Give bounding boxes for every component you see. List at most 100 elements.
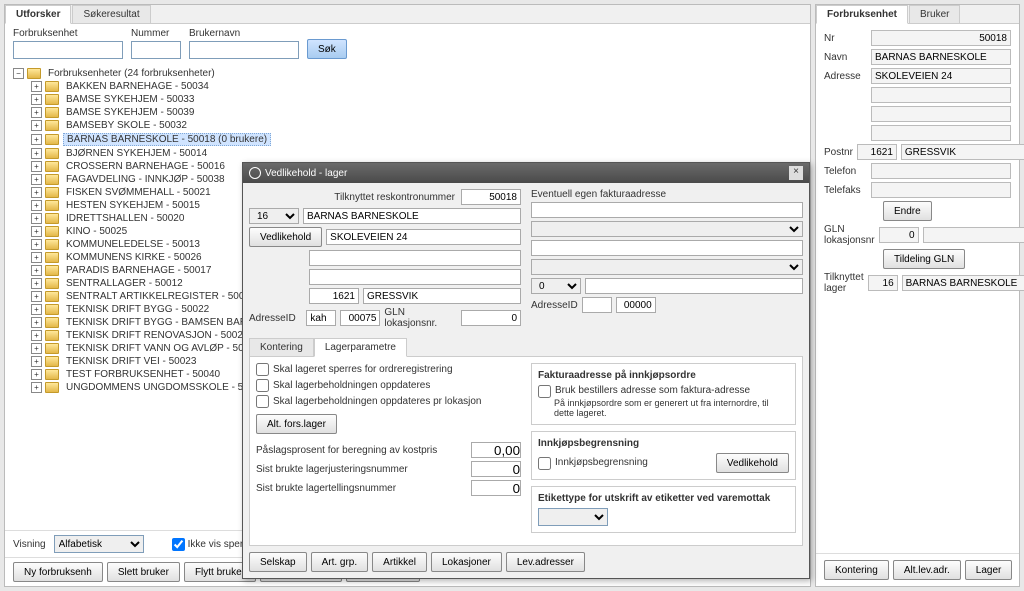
folder-icon: [45, 278, 59, 289]
tildeling-gln-button[interactable]: Tildeling GLN: [883, 249, 965, 269]
artgrp-button[interactable]: Art. grp.: [311, 552, 369, 572]
faktura-note: På innkjøpsordre som er generert ut fra …: [554, 398, 789, 418]
chk-lokasjon-label: Skal lagerbeholdningen oppdateres pr lok…: [273, 396, 481, 407]
expand-icon[interactable]: [31, 278, 42, 289]
expand-icon[interactable]: [31, 252, 42, 263]
vedlikehold2-button[interactable]: Vedlikehold: [716, 453, 789, 473]
expand-icon[interactable]: [31, 107, 42, 118]
expand-icon[interactable]: [31, 148, 42, 159]
levadresser-button[interactable]: Lev.adresser: [506, 552, 585, 572]
expand-icon[interactable]: [31, 382, 42, 393]
lbl-nr: Nr: [824, 33, 867, 44]
tree-item-label: KINO - 50025: [63, 226, 130, 237]
expand-icon[interactable]: [31, 174, 42, 185]
egen-city: [585, 278, 803, 294]
close-icon[interactable]: ×: [789, 166, 803, 180]
chk-beholdning[interactable]: [256, 379, 269, 392]
search-number-input[interactable]: [131, 41, 181, 59]
expand-icon[interactable]: [31, 356, 42, 367]
tree-item-label: TEKNISK DRIFT RENOVASJON - 50024: [63, 330, 251, 341]
tree-item-label: BAMSEBY SKOLE - 50032: [63, 120, 190, 131]
tree-item-label: BAMSE SYKEHJEM - 50039: [63, 107, 197, 118]
altlevadr-button[interactable]: Alt.lev.adr.: [893, 560, 961, 580]
expand-icon[interactable]: [31, 291, 42, 302]
vedlikehold-button[interactable]: Vedlikehold: [249, 227, 322, 247]
folder-icon: [45, 356, 59, 367]
tree-root-node[interactable]: Forbruksenheter (24 forbruksenheter): [13, 67, 806, 80]
expand-icon[interactable]: [31, 265, 42, 276]
search-button[interactable]: Søk: [307, 39, 347, 59]
expand-icon[interactable]: [31, 94, 42, 105]
paslag-input[interactable]: [471, 442, 521, 458]
adresseid-num: [340, 310, 380, 326]
folder-icon: [45, 330, 59, 341]
tree-item[interactable]: BAKKEN BARNEHAGE - 50034: [31, 80, 806, 93]
expand-icon[interactable]: [31, 226, 42, 237]
endre-button[interactable]: Endre: [883, 201, 932, 221]
tab-kontering[interactable]: Kontering: [249, 338, 314, 356]
slett-bruker-button[interactable]: Slett bruker: [107, 562, 180, 582]
tab-lagerparametre[interactable]: Lagerparametre: [314, 338, 407, 357]
expand-icon[interactable]: [31, 161, 42, 172]
lbl-tell: Sist brukte lagertellingsnummer: [256, 483, 396, 494]
grp-etikett-title: Etikettype for utskrift av etiketter ved…: [538, 493, 789, 504]
chk-lokasjon[interactable]: [256, 395, 269, 408]
folder-icon: [45, 187, 59, 198]
lager-select[interactable]: 16: [249, 208, 299, 224]
expand-icon[interactable]: [31, 81, 42, 92]
tree-item-label: KOMMUNENS KIRKE - 50026: [63, 252, 205, 263]
just-input[interactable]: [471, 461, 521, 477]
tab-forbruksenhet[interactable]: Forbruksenhet: [816, 5, 908, 24]
expand-icon[interactable]: [31, 304, 42, 315]
visning-select[interactable]: Alfabetisk: [54, 535, 144, 553]
expand-icon[interactable]: [31, 134, 42, 145]
chk-sperres[interactable]: [256, 363, 269, 376]
lager-navn-field: [902, 275, 1024, 291]
tree-item-label: TEKNISK DRIFT BYGG - 50022: [63, 304, 212, 315]
artikkel-button[interactable]: Artikkel: [372, 552, 427, 572]
expand-icon[interactable]: [31, 120, 42, 131]
egen-addr2-select[interactable]: [531, 221, 803, 237]
etikett-select[interactable]: [538, 508, 608, 526]
lager-button[interactable]: Lager: [965, 560, 1013, 580]
tell-input[interactable]: [471, 480, 521, 496]
search-user-input[interactable]: [189, 41, 299, 59]
chk-ikke-sperrede[interactable]: [172, 538, 185, 551]
expand-icon[interactable]: [31, 213, 42, 224]
expand-icon[interactable]: [31, 187, 42, 198]
alt-fors-lager-button[interactable]: Alt. fors.lager: [256, 414, 337, 434]
folder-icon: [27, 68, 41, 79]
tree-item[interactable]: BAMSEBY SKOLE - 50032: [31, 119, 806, 132]
expand-icon[interactable]: [31, 317, 42, 328]
dialog-titlebar[interactable]: Vedlikehold - lager ×: [243, 163, 809, 183]
egen-addr4-select[interactable]: [531, 259, 803, 275]
search-row: Forbruksenhet Nummer Brukernavn Søk: [5, 24, 810, 63]
selskap-button[interactable]: Selskap: [249, 552, 307, 572]
lokasjoner-button[interactable]: Lokasjoner: [431, 552, 502, 572]
expand-icon[interactable]: [31, 200, 42, 211]
chk-bruk-bestiller[interactable]: [538, 385, 551, 398]
collapse-icon[interactable]: [13, 68, 24, 79]
tab-utforsker[interactable]: Utforsker: [5, 5, 71, 24]
tab-sokeresultat[interactable]: Søkeresultat: [72, 5, 150, 23]
folder-icon: [45, 252, 59, 263]
expand-icon[interactable]: [31, 239, 42, 250]
tab-bruker[interactable]: Bruker: [909, 5, 960, 23]
expand-icon[interactable]: [31, 330, 42, 341]
ny-forbruksenh-button[interactable]: Ny forbruksenh: [13, 562, 103, 582]
tree-item-label: IDRETTSHALLEN - 50020: [63, 213, 187, 224]
tree-item[interactable]: BJØRNEN SYKEHJEM - 50014: [31, 147, 806, 160]
folder-icon: [45, 317, 59, 328]
tree-root-label: Forbruksenheter (24 forbruksenheter): [45, 68, 218, 79]
tree-item[interactable]: BAMSE SYKEHJEM - 50033: [31, 93, 806, 106]
expand-icon[interactable]: [31, 343, 42, 354]
chk-innkjop[interactable]: [538, 457, 551, 470]
egen-postnr-select[interactable]: 0: [531, 278, 581, 294]
search-unit-input[interactable]: [13, 41, 123, 59]
kontering-button[interactable]: Kontering: [824, 560, 889, 580]
lbl-navn: Navn: [824, 52, 867, 63]
tree-item[interactable]: BAMSE SYKEHJEM - 50039: [31, 106, 806, 119]
tree-item[interactable]: BARNAS BARNESKOLE - 50018 (0 brukere): [31, 132, 806, 147]
expand-icon[interactable]: [31, 369, 42, 380]
adresse-field: [871, 68, 1011, 84]
